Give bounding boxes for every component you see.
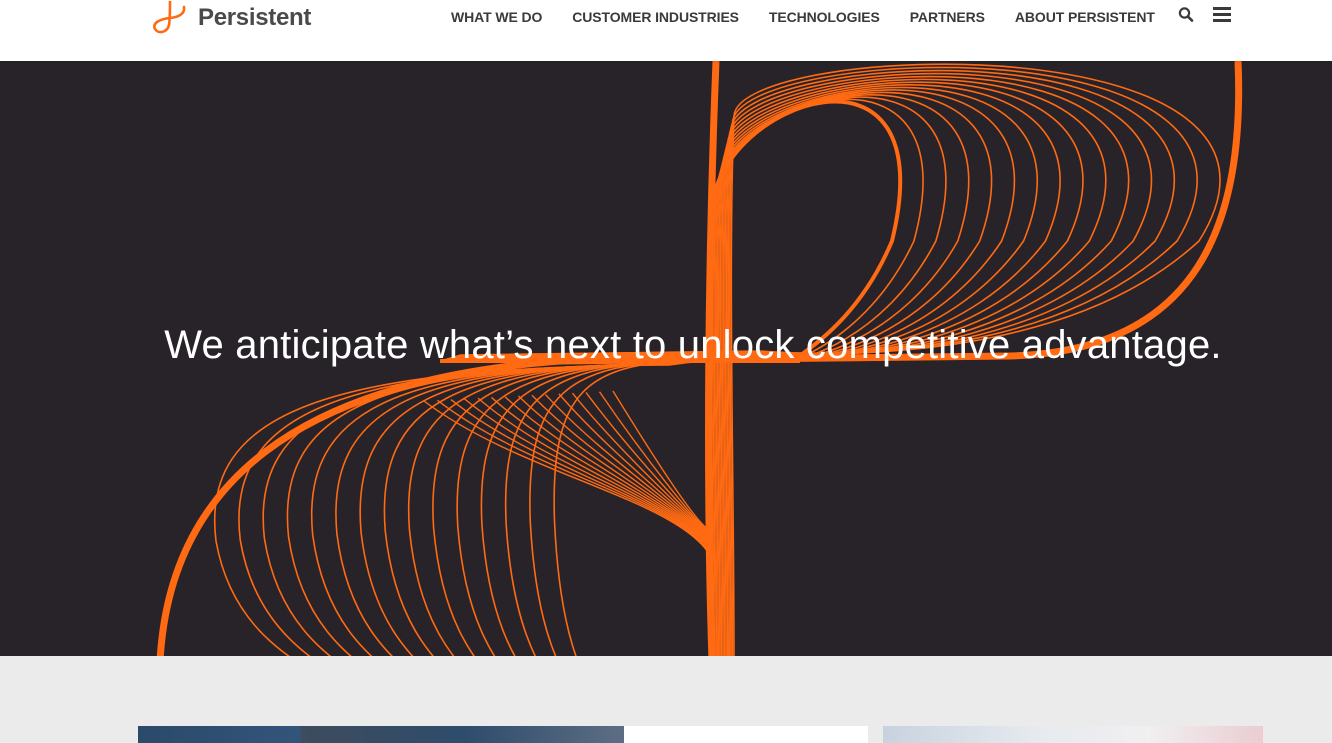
nav-item-partners[interactable]: PARTNERS — [910, 9, 985, 25]
site-header: Persistent WHAT WE DO CUSTOMER INDUSTRIE… — [0, 0, 1332, 61]
featured-cards — [0, 656, 1332, 743]
nav-item-technologies[interactable]: TECHNOLOGIES — [769, 9, 880, 25]
main-nav: WHAT WE DO CUSTOMER INDUSTRIES TECHNOLOG… — [436, 0, 1170, 34]
menu-icon[interactable] — [1213, 7, 1231, 28]
persistent-logo-icon — [153, 1, 186, 34]
nav-item-about-persistent[interactable]: ABOUT PERSISTENT — [1015, 9, 1155, 25]
hero-banner: We anticipate what’s next to unlock comp… — [0, 61, 1332, 656]
brand-name: Persistent — [198, 4, 312, 31]
featured-card-image[interactable] — [138, 726, 624, 743]
brand-logo[interactable]: Persistent — [152, 0, 311, 36]
nav-item-what-we-do[interactable]: WHAT WE DO — [451, 9, 542, 25]
nav-item-customer-industries[interactable]: CUSTOMER INDUSTRIES — [572, 9, 739, 25]
featured-card-image[interactable] — [883, 726, 1263, 743]
search-icon[interactable] — [1178, 6, 1194, 29]
featured-card-image[interactable] — [624, 726, 868, 743]
hero-headline: We anticipate what’s next to unlock comp… — [164, 323, 1222, 367]
